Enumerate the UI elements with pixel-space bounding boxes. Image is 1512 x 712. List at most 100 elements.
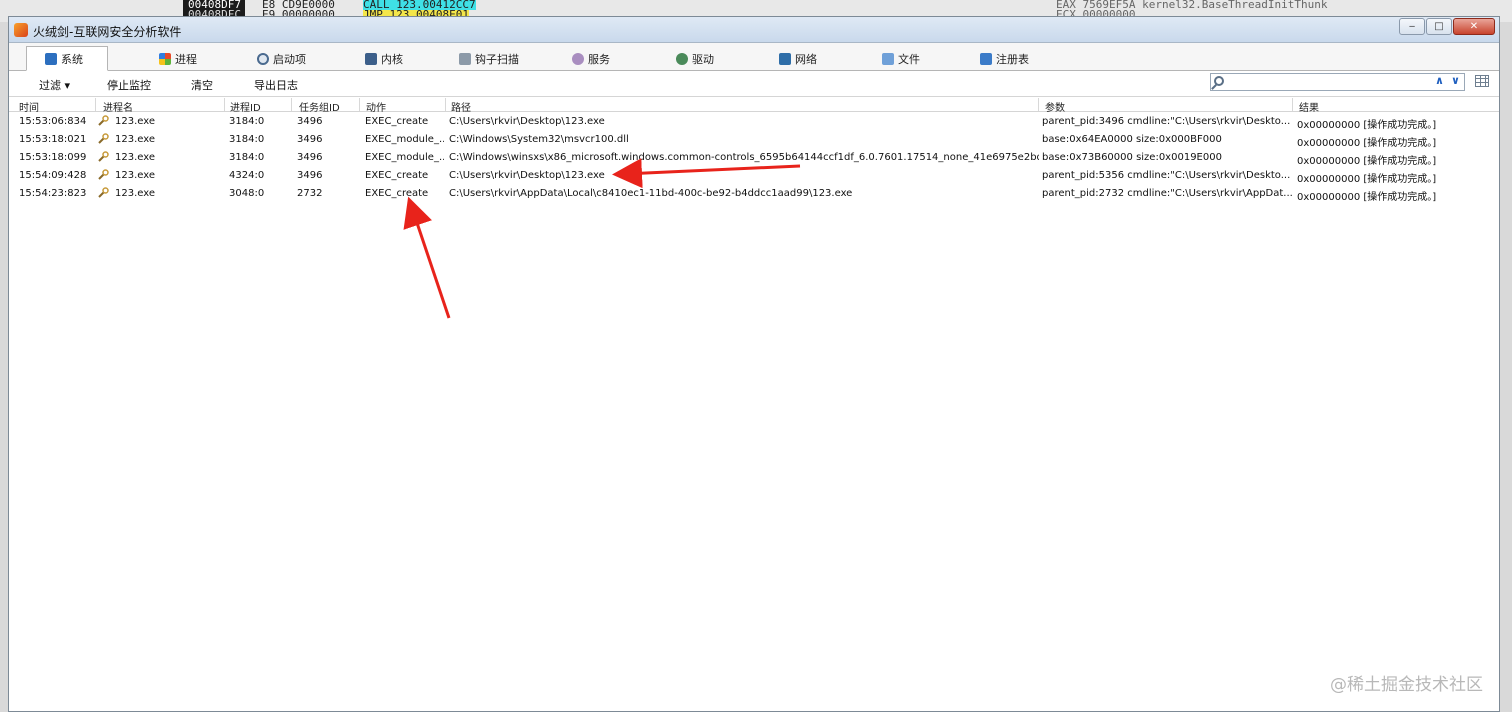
export-log-button[interactable]: 导出日志 — [254, 77, 298, 93]
cell-process: 123.exe — [115, 152, 156, 163]
close-button[interactable]: ✕ — [1453, 18, 1495, 35]
cell-time: 15:54:09:428 — [19, 170, 87, 181]
tab-label: 网络 — [795, 52, 817, 66]
column-header-pid[interactable]: 进程ID — [230, 99, 261, 114]
table-row[interactable]: 15:54:09:428 123.exe 4324:0 3496 EXEC_cr… — [9, 167, 1499, 185]
registry-icon — [980, 52, 992, 65]
cell-task-group: 2732 — [297, 188, 323, 199]
column-divider[interactable] — [359, 98, 360, 111]
column-settings-icon[interactable] — [1475, 75, 1489, 87]
column-divider[interactable] — [95, 98, 96, 111]
filter-button[interactable]: 过滤 ▾ — [39, 77, 70, 93]
cell-task-group: 3496 — [297, 152, 323, 163]
cell-result: 0x00000000 [操作成功完成。] — [1297, 192, 1437, 203]
tab-process[interactable]: 进程 — [159, 46, 197, 71]
minimize-button[interactable]: ‒ — [1399, 18, 1425, 35]
tab-kernel[interactable]: 内核 — [365, 46, 403, 71]
tab-network[interactable]: 网络 — [779, 46, 817, 71]
tab-label: 驱动 — [692, 52, 714, 66]
cell-process: 123.exe — [115, 170, 156, 181]
tab-label: 启动项 — [273, 52, 306, 66]
column-header-action[interactable]: 动作 — [366, 99, 386, 114]
main-window: 火绒剑-互联网安全分析软件 ‒ □ ✕ 系统 进程 启动项 内核 钩子扫描 服务… — [8, 16, 1500, 712]
cell-result: 0x00000000 [操作成功完成。] — [1297, 120, 1437, 131]
column-header-result[interactable]: 结果 — [1299, 99, 1319, 114]
clear-button[interactable]: 清空 — [191, 77, 213, 93]
cell-params: base:0x64EA0000 size:0x000BF000 — [1042, 134, 1222, 145]
cell-process: 123.exe — [115, 188, 156, 199]
title-bar[interactable]: 火绒剑-互联网安全分析软件 ‒ □ ✕ — [9, 17, 1499, 43]
tab-hook-scan[interactable]: 钩子扫描 — [459, 46, 519, 71]
column-divider[interactable] — [445, 98, 446, 111]
column-header-path[interactable]: 路径 — [451, 99, 471, 114]
service-icon — [572, 52, 584, 65]
stop-monitor-button[interactable]: 停止监控 — [107, 77, 151, 93]
windows-flag-icon — [159, 52, 171, 65]
cell-process: 123.exe — [115, 116, 156, 127]
cell-time: 15:53:06:834 — [19, 116, 87, 127]
cell-params: parent_pid:5356 cmdline:"C:\Users\rkvir\… — [1042, 170, 1291, 181]
cell-pid: 3184:0 — [229, 134, 265, 145]
cell-task-group: 3496 — [297, 134, 323, 145]
search-prev-button[interactable]: ∧ — [1435, 74, 1444, 87]
system-icon — [45, 52, 57, 65]
cell-path: C:\Windows\winsxs\x86_microsoft.windows.… — [449, 152, 1039, 163]
column-header-params[interactable]: 参数 — [1045, 99, 1065, 114]
cell-params: parent_pid:2732 cmdline:"C:\Users\rkvir\… — [1042, 188, 1292, 199]
cell-path: C:\Users\rkvir\AppData\Local\c8410ec1-11… — [449, 188, 853, 199]
search-input[interactable] — [1229, 75, 1419, 89]
cell-path: C:\Windows\System32\msvcr100.dll — [449, 134, 629, 145]
cell-path: C:\Users\rkvir\Desktop\123.exe — [449, 170, 605, 181]
tab-label: 钩子扫描 — [475, 52, 519, 66]
tab-system[interactable]: 系统 — [26, 46, 108, 71]
wrench-icon — [98, 169, 109, 180]
kernel-icon — [365, 52, 377, 65]
wrench-icon — [98, 187, 109, 198]
cell-result: 0x00000000 [操作成功完成。] — [1297, 174, 1437, 185]
cell-path: C:\Users\rkvir\Desktop\123.exe — [449, 116, 605, 127]
maximize-button[interactable]: □ — [1426, 18, 1452, 35]
tab-label: 文件 — [898, 52, 920, 66]
tab-label: 系统 — [61, 52, 83, 66]
window-controls: ‒ □ ✕ — [1398, 18, 1495, 35]
background-right-panel — [1500, 22, 1512, 712]
cell-action: EXEC_create — [365, 170, 429, 181]
tab-label: 注册表 — [996, 52, 1029, 66]
cell-task-group: 3496 — [297, 116, 323, 127]
hook-icon — [459, 52, 471, 65]
tab-files[interactable]: 文件 — [882, 46, 920, 71]
cell-task-group: 3496 — [297, 170, 323, 181]
search-box: ∧ ∨ — [1210, 73, 1465, 91]
tab-label: 服务 — [588, 52, 610, 66]
search-icon — [1214, 76, 1224, 86]
window-title: 火绒剑-互联网安全分析软件 — [33, 25, 182, 39]
tab-registry[interactable]: 注册表 — [980, 46, 1029, 71]
network-icon — [779, 52, 791, 65]
cell-time: 15:53:18:021 — [19, 134, 87, 145]
cell-action: EXEC_create — [365, 188, 429, 199]
driver-icon — [676, 52, 688, 65]
gear-icon — [257, 52, 269, 65]
tab-startup[interactable]: 启动项 — [257, 46, 306, 71]
table-row[interactable]: 15:53:18:021 123.exe 3184:0 3496 EXEC_mo… — [9, 131, 1499, 149]
table-row[interactable]: 15:54:23:823 123.exe 3048:0 2732 EXEC_cr… — [9, 185, 1499, 203]
search-next-button[interactable]: ∨ — [1451, 74, 1460, 87]
tab-label: 内核 — [381, 52, 403, 66]
tab-drivers[interactable]: 驱动 — [676, 46, 714, 71]
column-divider[interactable] — [1292, 98, 1293, 111]
column-divider[interactable] — [224, 98, 225, 111]
wrench-icon — [98, 151, 109, 162]
cell-process: 123.exe — [115, 134, 156, 145]
column-header-process[interactable]: 进程名 — [103, 99, 133, 114]
column-header-task-group[interactable]: 任务组ID — [299, 99, 340, 114]
column-header-time[interactable]: 时间 — [19, 99, 39, 114]
column-divider[interactable] — [1038, 98, 1039, 111]
tab-services[interactable]: 服务 — [572, 46, 610, 71]
tab-bar: 系统 进程 启动项 内核 钩子扫描 服务 驱动 网络 文件 注册表 — [9, 43, 1499, 71]
table-row[interactable]: 15:53:18:099 123.exe 3184:0 3496 EXEC_mo… — [9, 149, 1499, 167]
app-logo-icon — [14, 23, 28, 37]
table-row[interactable]: 15:53:06:834 123.exe 3184:0 3496 EXEC_cr… — [9, 113, 1499, 131]
cell-result: 0x00000000 [操作成功完成。] — [1297, 138, 1437, 149]
column-divider[interactable] — [291, 98, 292, 111]
table-header: 时间 进程名 进程ID 任务组ID 动作 路径 参数 结果 — [9, 96, 1499, 114]
